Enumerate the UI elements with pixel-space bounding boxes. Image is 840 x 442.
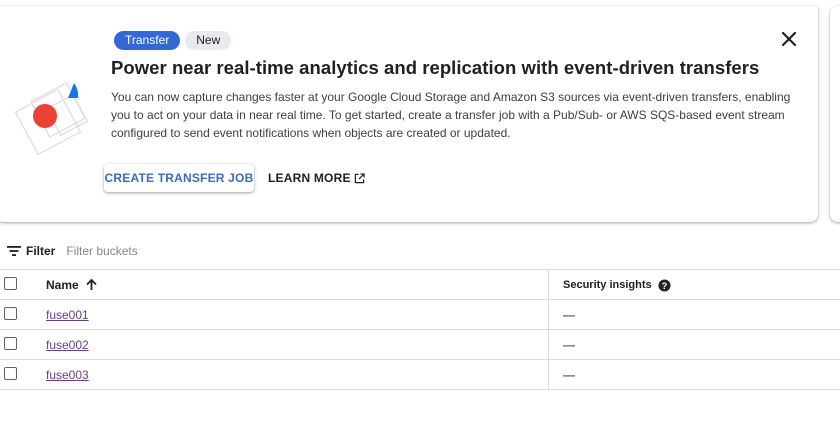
bucket-link[interactable]: fuse001 xyxy=(46,308,89,322)
banner-description: You can now capture changes faster at yo… xyxy=(111,90,791,140)
column-divider xyxy=(548,300,549,329)
security-insights-value: — xyxy=(563,338,575,352)
filter-list-icon xyxy=(7,246,21,256)
name-column-header[interactable]: Name xyxy=(46,270,97,300)
filter-bar: Filter xyxy=(0,240,840,262)
security-insights-value: — xyxy=(563,308,575,322)
svg-text:?: ? xyxy=(661,280,667,290)
table-row: fuse001 — xyxy=(0,300,840,330)
filter-buckets-input[interactable] xyxy=(66,244,367,258)
security-insights-value: — xyxy=(563,368,575,382)
column-divider xyxy=(548,330,549,359)
table-header-row: Name Security insights ? xyxy=(0,269,840,300)
storage-buckets-page: Transfer New Power near real-time analyt… xyxy=(0,0,840,442)
row-checkbox[interactable] xyxy=(4,337,17,350)
close-icon xyxy=(782,32,796,46)
row-checkbox[interactable] xyxy=(4,367,17,380)
open-in-new-icon xyxy=(354,172,365,183)
name-column-label: Name xyxy=(46,278,79,292)
column-divider xyxy=(548,360,549,389)
table-row: fuse002 — xyxy=(0,330,840,360)
security-insights-column-header: Security insights ? xyxy=(563,270,671,300)
event-driven-transfer-banner: Transfer New Power near real-time analyt… xyxy=(0,6,818,222)
select-all-checkbox[interactable] xyxy=(4,277,17,290)
close-banner-button[interactable] xyxy=(780,30,798,48)
banner-chips: Transfer New xyxy=(114,31,232,50)
bucket-name-cell: fuse003 xyxy=(46,360,89,390)
row-checkbox[interactable] xyxy=(4,307,17,320)
banner-headline: Power near real-time analytics and repli… xyxy=(111,57,760,78)
security-insights-cell: — xyxy=(563,330,575,360)
buckets-table: Name Security insights ? fuse001 — fuse0… xyxy=(0,269,840,390)
create-transfer-job-button[interactable]: CREATE TRANSFER JOB xyxy=(104,164,254,192)
column-divider xyxy=(548,270,549,299)
next-banner-card-edge xyxy=(830,6,840,222)
filter-label: Filter xyxy=(26,244,56,258)
security-insights-label: Security insights xyxy=(563,279,652,291)
help-icon[interactable]: ? xyxy=(658,278,671,292)
chip-new: New xyxy=(185,31,232,50)
bucket-link[interactable]: fuse002 xyxy=(46,338,89,352)
bucket-name-cell: fuse001 xyxy=(46,300,89,330)
arrow-upward-icon xyxy=(86,279,97,290)
chip-transfer: Transfer xyxy=(114,31,181,50)
bucket-name-cell: fuse002 xyxy=(46,330,89,360)
learn-more-link[interactable]: LEARN MORE xyxy=(268,164,365,192)
security-insights-cell: — xyxy=(563,300,575,330)
security-insights-cell: — xyxy=(563,360,575,390)
learn-more-label: LEARN MORE xyxy=(268,171,351,185)
bucket-link[interactable]: fuse003 xyxy=(46,368,89,382)
table-row: fuse003 — xyxy=(0,360,840,390)
transfer-illustration xyxy=(14,82,89,156)
